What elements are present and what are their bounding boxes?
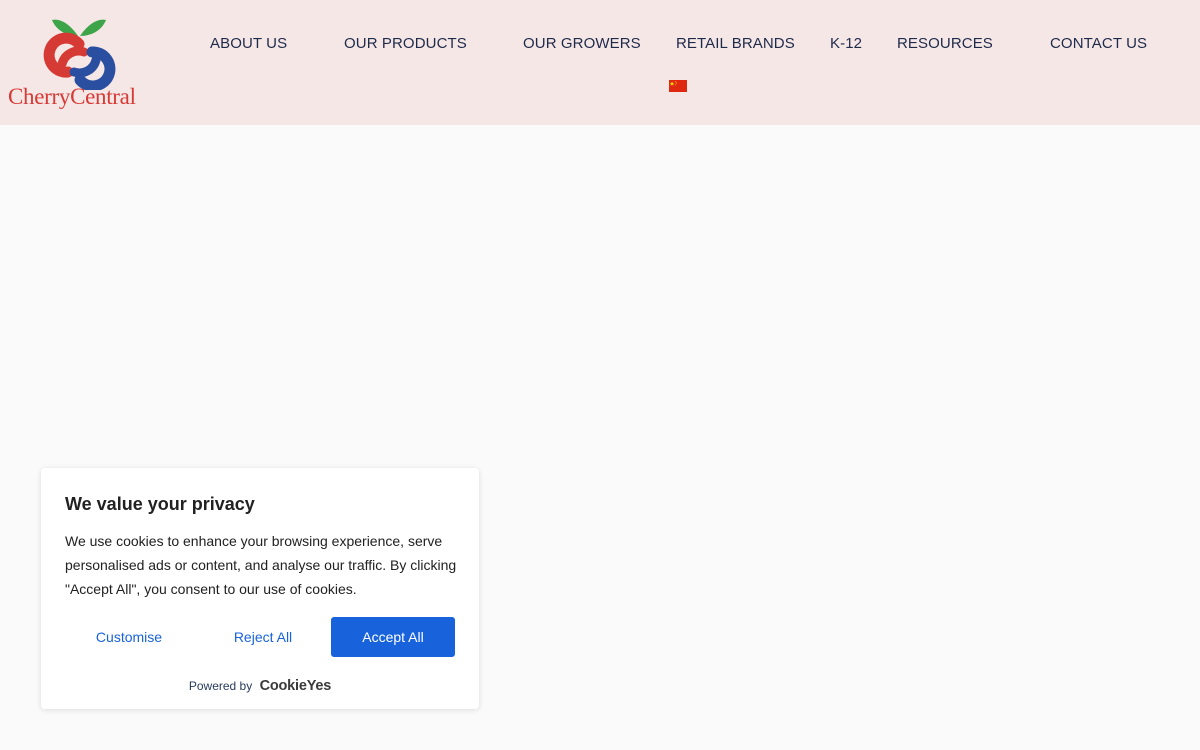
nav-our-growers[interactable]: OUR GROWERS xyxy=(523,35,641,52)
logo-text: CherryCentral xyxy=(8,84,136,109)
nav-resources[interactable]: RESOURCES xyxy=(897,35,993,52)
cherry-logo-icon xyxy=(43,19,116,90)
reject-all-button[interactable]: Reject All xyxy=(199,617,327,657)
cookie-consent-banner: We value your privacy We use cookies to … xyxy=(41,468,479,709)
nav-retail-brands[interactable]: RETAIL BRANDS xyxy=(676,35,795,52)
cookieyes-logo[interactable]: CookieYes xyxy=(260,678,332,694)
nav-k-12[interactable]: K-12 xyxy=(830,35,862,52)
nav-contact-us[interactable]: CONTACT US xyxy=(1050,35,1147,52)
nav-about-us[interactable]: ABOUT US xyxy=(210,35,287,52)
customise-button[interactable]: Customise xyxy=(65,617,193,657)
accept-all-button[interactable]: Accept All xyxy=(331,617,455,657)
nav-our-products[interactable]: OUR PRODUCTS xyxy=(344,35,467,52)
cookie-description: We use cookies to enhance your browsing … xyxy=(65,533,457,597)
powered-by: Powered by CookieYes xyxy=(41,678,479,694)
powered-by-label: Powered by xyxy=(188,679,253,693)
china-flag-icon[interactable] xyxy=(669,80,687,92)
cookie-title: We value your privacy xyxy=(65,494,255,514)
site-header: CherryCentral ABOUT US OUR PRODUCTS OUR … xyxy=(0,0,1200,125)
site-logo[interactable]: CherryCentral xyxy=(8,14,150,116)
